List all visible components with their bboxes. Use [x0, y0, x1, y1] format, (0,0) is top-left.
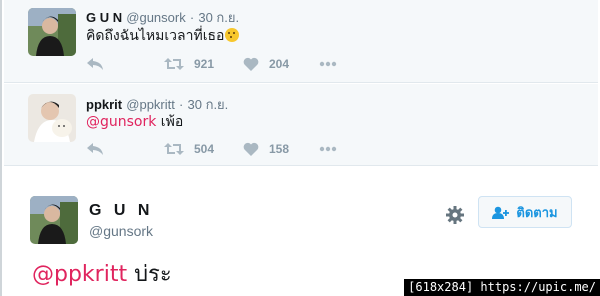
- retweet-button[interactable]: 921: [164, 57, 243, 71]
- separator-dot: ·: [179, 97, 184, 112]
- retweet-button[interactable]: 504: [164, 142, 243, 156]
- tweet-text-body: เพ้อ: [156, 114, 184, 130]
- tweet-date[interactable]: 30 ก.ย.: [198, 10, 239, 25]
- avatar[interactable]: [28, 94, 76, 142]
- tweet-text-body: คิดถึงฉันไหมเวลาที่เธอ: [86, 28, 225, 44]
- avatar[interactable]: [28, 8, 76, 56]
- heart-icon: [243, 57, 259, 71]
- more-button[interactable]: [319, 61, 349, 67]
- reply-button[interactable]: [86, 57, 164, 71]
- more-button[interactable]: [319, 146, 349, 152]
- gear-icon[interactable]: [445, 205, 465, 225]
- main-tweet: G U N @gunsork ติดตาม @ppkritt บ่ระ: [4, 166, 598, 296]
- like-button[interactable]: 158: [243, 142, 319, 156]
- author-handle[interactable]: @gunsork: [126, 10, 185, 25]
- reply-icon: [87, 143, 103, 155]
- more-icon: [319, 61, 337, 67]
- thinking-face-icon: [225, 28, 240, 42]
- reply-icon: [87, 58, 103, 70]
- tweet-item[interactable]: ppkrit @ppkritt · 30 ก.ย. @gunsork เพ้อ …: [4, 84, 598, 166]
- separator-dot: ·: [189, 10, 195, 25]
- author-name[interactable]: G U N: [89, 202, 153, 220]
- tweet-text: @ppkritt บ่ระ: [32, 256, 172, 291]
- timeline: G U N @gunsork · 30 ก.ย. คิดถึงฉันไหมเวล…: [0, 0, 600, 296]
- tweet-item[interactable]: G U N @gunsork · 30 ก.ย. คิดถึงฉันไหมเวล…: [4, 0, 598, 83]
- author-handle[interactable]: @gunsork: [89, 223, 153, 239]
- avatar[interactable]: [30, 196, 78, 244]
- like-count: 158: [269, 142, 290, 156]
- retweet-icon: [164, 58, 184, 70]
- like-button[interactable]: 204: [243, 57, 319, 71]
- watermark: [618x284] https://upic.me/: [404, 279, 600, 296]
- tweet-text: คิดถึงฉันไหมเวลาที่เธอ: [86, 25, 240, 47]
- follow-label: ติดตาม: [516, 205, 558, 221]
- reply-button[interactable]: [86, 142, 164, 156]
- follow-button[interactable]: ติดตาม: [478, 196, 572, 228]
- author-name[interactable]: ppkrit: [86, 97, 122, 112]
- mention-link[interactable]: @gunsork: [86, 114, 156, 130]
- add-user-icon: [492, 206, 510, 219]
- more-icon: [319, 146, 337, 152]
- heart-icon: [243, 142, 259, 156]
- retweet-icon: [164, 143, 184, 155]
- tweet-text-body: บ่ระ: [127, 262, 172, 287]
- author-handle[interactable]: @ppkritt: [126, 97, 175, 112]
- like-count: 204: [269, 57, 290, 71]
- retweet-count: 921: [194, 57, 215, 71]
- tweet-text: @gunsork เพ้อ: [86, 111, 183, 133]
- tweet-actions: 504 158: [86, 139, 349, 159]
- tweet-date[interactable]: 30 ก.ย.: [188, 97, 229, 112]
- tweet-actions: 921 204: [86, 54, 349, 74]
- retweet-count: 504: [194, 142, 215, 156]
- mention-link[interactable]: @ppkritt: [32, 262, 127, 287]
- author-name[interactable]: G U N: [86, 10, 122, 25]
